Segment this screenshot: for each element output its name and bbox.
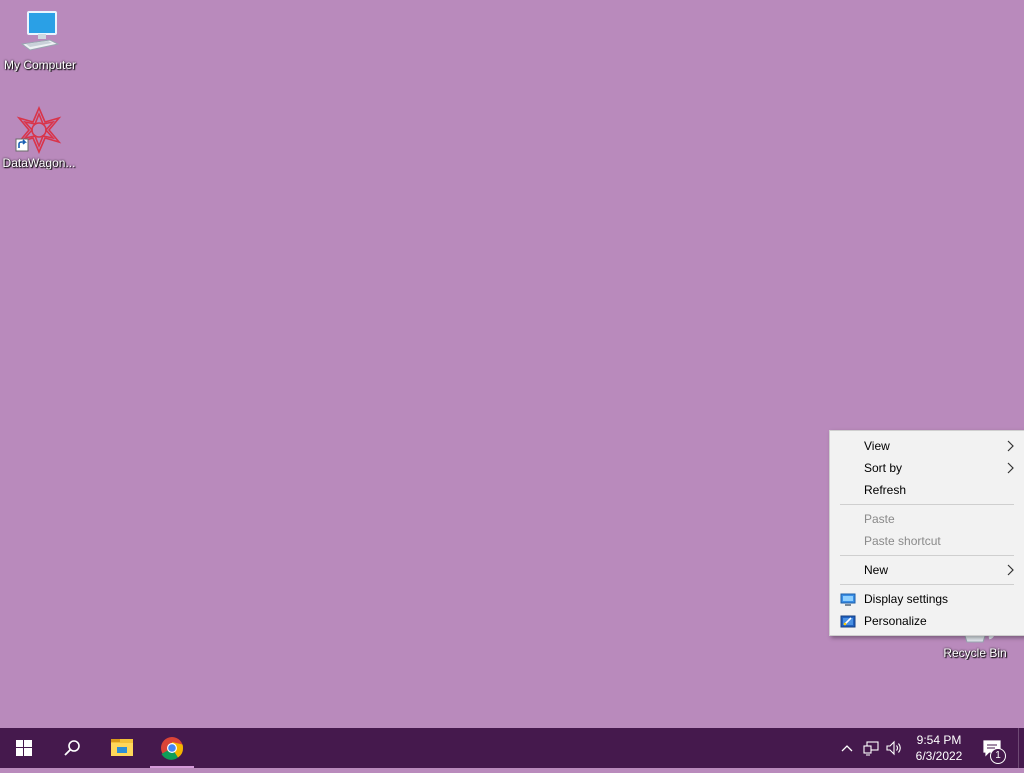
chrome-icon [161,737,184,760]
start-windows-icon [16,740,32,756]
desktop[interactable]: My Computer DataWagon... Recycle Bin Vie… [0,0,1024,728]
search-icon [64,740,80,756]
chevron-right-icon [1006,559,1016,581]
menu-separator [840,555,1014,556]
computer-icon [16,8,64,56]
menu-item-paste-shortcut: Paste shortcut [830,530,1024,552]
taskbar: 9:54 PM 6/3/2022 [0,728,1024,768]
desktop-icon-label: My Computer [3,58,77,72]
clock-time: 9:54 PM [916,733,962,747]
datawagon-desktop-icon[interactable]: DataWagon... [0,105,79,170]
file-explorer-icon [111,739,133,756]
menu-item-label: Paste shortcut [864,534,941,548]
chevron-right-icon [1006,457,1016,479]
menu-item-refresh[interactable]: Refresh [830,479,1024,501]
menu-item-personalize[interactable]: Personalize [830,610,1024,632]
menu-item-new[interactable]: New [830,559,1024,581]
clock-date: 6/3/2022 [915,749,963,763]
display-settings-icon [840,592,856,606]
desktop-icon-label: DataWagon... [2,156,76,170]
chevron-right-icon [1006,435,1016,457]
menu-item-label: New [864,563,889,577]
desktop-icon-label: Recycle Bin [943,646,1007,660]
personalize-icon [840,614,856,628]
menu-item-display-settings[interactable]: Display settings [830,588,1024,610]
network-icon[interactable] [863,740,879,756]
desktop-context-menu: View Sort by Refresh Paste Paste shortcu… [829,430,1024,636]
menu-item-label: Display settings [864,592,949,606]
show-hidden-icons-chevron-icon[interactable] [839,740,855,756]
volume-icon[interactable] [886,740,902,756]
menu-item-view[interactable]: View [830,435,1024,457]
start-button[interactable] [0,728,48,768]
notification-count-badge: 1 [990,748,1006,764]
menu-separator [840,584,1014,585]
menu-separator [840,504,1014,505]
file-explorer-taskbar-button[interactable] [98,728,146,768]
show-desktop-button[interactable] [1018,728,1024,768]
menu-item-sort-by[interactable]: Sort by [830,457,1024,479]
my-computer-desktop-icon[interactable]: My Computer [0,8,80,72]
menu-item-label: View [864,439,890,453]
menu-item-label: Paste [864,512,895,526]
menu-item-label: Refresh [864,483,907,497]
chrome-taskbar-button[interactable] [148,728,196,768]
datawagon-shortcut-icon [15,105,63,155]
clock[interactable]: 9:54 PM 6/3/2022 [908,728,970,768]
search-button[interactable] [48,728,96,768]
menu-item-label: Sort by [864,461,903,475]
menu-item-label: Personalize [864,614,927,628]
menu-item-paste: Paste [830,508,1024,530]
